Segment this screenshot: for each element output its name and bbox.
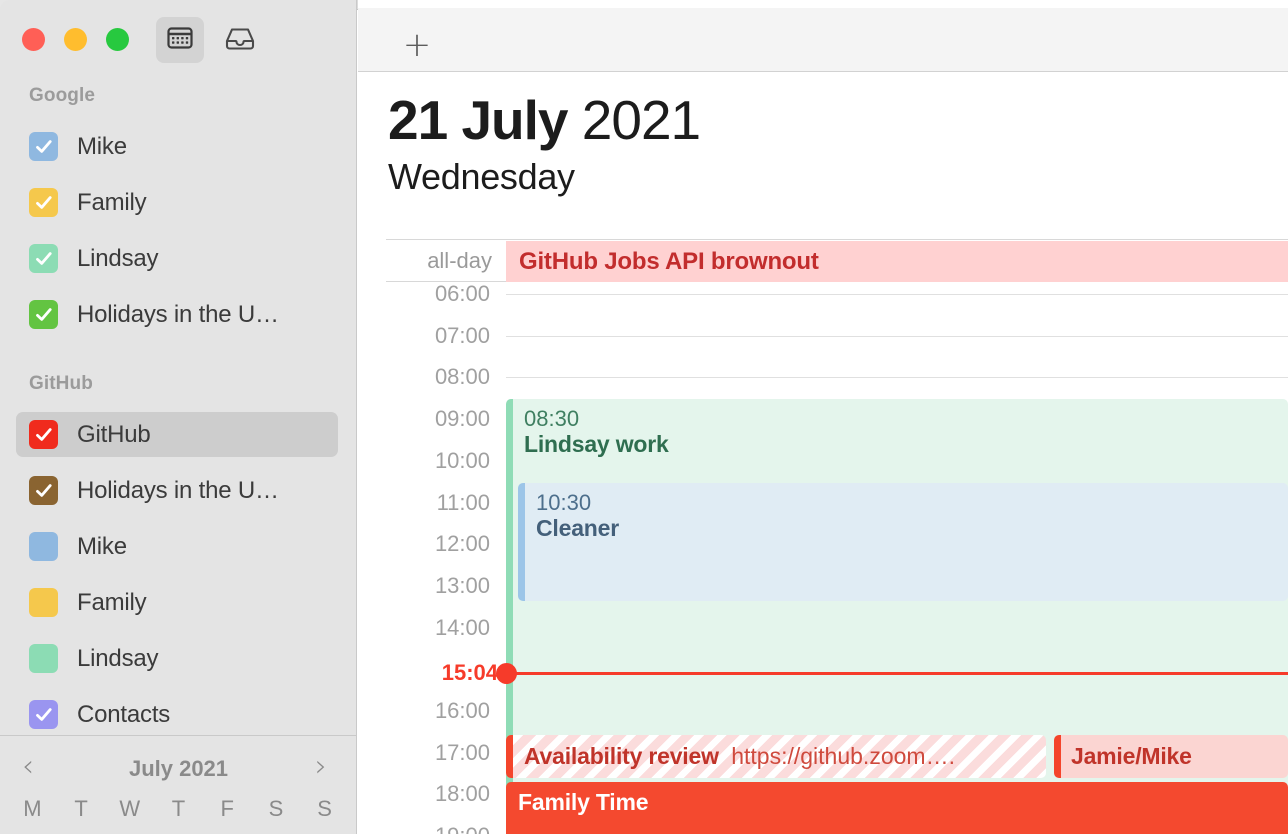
sidebar-section-google-label: Google xyxy=(29,85,96,106)
mini-calendar-weekday-1: T xyxy=(74,796,88,821)
event-time: 08:30 xyxy=(524,406,580,431)
event-title: Cleaner xyxy=(536,515,619,542)
calendar-icon xyxy=(166,24,194,57)
event-availability-review[interactable]: Availability review https://github.zoom…… xyxy=(506,735,1046,778)
event-title: Family Time xyxy=(518,789,649,815)
hour-label-1400: 14:00 xyxy=(434,614,490,640)
sidebar-titlebar xyxy=(0,0,356,10)
inbox-button[interactable] xyxy=(216,17,264,63)
event-family-time[interactable]: Family Time xyxy=(506,782,1288,834)
mini-calendar-header: July 2021 xyxy=(0,752,356,786)
mini-calendar-weekday-3: T xyxy=(171,796,186,821)
calendar-list-item-label: GitHub xyxy=(77,420,151,448)
checkbox-checked-icon[interactable] xyxy=(29,700,58,729)
checkbox-checked-icon[interactable] xyxy=(29,420,58,449)
main-pane: + 21 July 2021 Wednesday all-day GitHub … xyxy=(358,0,1288,834)
event-jamie-mike[interactable]: Jamie/Mike xyxy=(1054,735,1288,778)
calendar-list-item-holidays-in-the-u[interactable]: Holidays in the U… xyxy=(16,292,338,337)
current-time-label: 15:04 xyxy=(441,660,498,685)
all-day-row: all-day GitHub Jobs API brownout xyxy=(386,239,1288,282)
mini-calendar-weekday-2: W xyxy=(119,796,141,821)
page-title: 21 July 2021 Wednesday xyxy=(388,89,701,198)
event-time: 10:30 xyxy=(536,490,592,515)
checkbox-checked-icon[interactable] xyxy=(29,244,58,273)
calendar-app-window: GitHub — Mike — Meetings xyxy=(0,0,1288,834)
checkbox-unchecked-icon[interactable] xyxy=(29,532,58,561)
calendar-list-item-label: Family xyxy=(77,588,147,616)
hour-label-0700: 07:00 xyxy=(434,322,490,348)
calendar-list-item-mike[interactable]: Mike xyxy=(16,524,338,569)
calendar-list-item-holidays-in-the-u[interactable]: Holidays in the U… xyxy=(16,468,338,513)
calendar-list-item-lindsay[interactable]: Lindsay xyxy=(16,636,338,681)
date-year: 2021 xyxy=(581,89,701,151)
calendar-list-item-family[interactable]: Family xyxy=(16,180,338,225)
hour-label-1700: 17:00 xyxy=(434,739,490,765)
event-title: Lindsay work xyxy=(524,431,669,458)
hour-label-1200: 12:00 xyxy=(434,531,490,557)
calendar-list-item-label: Mike xyxy=(77,132,127,160)
hour-label-0900: 09:00 xyxy=(434,406,490,432)
mini-calendar-title: July 2021 xyxy=(128,756,229,781)
hour-label-1100: 11:00 xyxy=(436,489,490,515)
zoom-button[interactable] xyxy=(106,28,129,51)
date-day-month: 21 July xyxy=(388,89,569,151)
calendar-list-item-label: Holidays in the U… xyxy=(77,300,279,328)
hour-label-1800: 18:00 xyxy=(434,781,490,807)
inbox-icon xyxy=(224,24,256,57)
checkbox-checked-icon[interactable] xyxy=(29,132,58,161)
calendar-list-item-github[interactable]: GitHub xyxy=(16,412,338,457)
checkbox-unchecked-icon[interactable] xyxy=(29,644,58,673)
day-grid: 06:00 07:00 08:00 09:00 10:00 11:00 12:00 13:00… xyxy=(386,282,1288,834)
event-accent-bar xyxy=(506,735,513,778)
calendar-list-item-label: Family xyxy=(77,188,147,216)
mini-calendar-weekday-6: S xyxy=(317,796,332,821)
calendar-list-item-label: Holidays in the U… xyxy=(77,476,279,504)
all-day-label: all-day xyxy=(427,247,492,273)
calendar-list-item-family[interactable]: Family xyxy=(16,580,338,625)
hour-label-0600: 06:00 xyxy=(434,282,490,306)
event-cleaner[interactable]: 10:30 Cleaner xyxy=(518,483,1288,601)
hour-label-1300: 13:00 xyxy=(434,572,490,598)
checkbox-unchecked-icon[interactable] xyxy=(29,588,58,617)
minimize-button[interactable] xyxy=(64,28,87,51)
calendar-list-item-label: Lindsay xyxy=(77,244,159,272)
mini-calendar-weekday-row: MTWTFSS xyxy=(8,796,349,822)
event-title: Jamie/Mike xyxy=(1071,743,1192,770)
sidebar: Google GitHub Mike Family Lindsay Holidays … xyxy=(0,0,357,834)
add-event-button[interactable]: + xyxy=(400,28,434,62)
calendar-list-item-mike[interactable]: Mike xyxy=(16,124,338,169)
window-controls xyxy=(22,28,129,51)
calendar-view-button[interactable] xyxy=(156,17,204,63)
hour-label-1900: 19:00 xyxy=(386,823,504,834)
event-title: Availability review xyxy=(524,743,719,769)
calendar-list-item-contacts[interactable]: Contacts xyxy=(16,692,338,737)
sidebar-toolbar xyxy=(156,17,264,63)
date-weekday: Wednesday xyxy=(388,155,575,197)
checkbox-checked-icon[interactable] xyxy=(29,476,58,505)
all-day-event-title: GitHub Jobs API brownout xyxy=(519,247,819,275)
calendar-list-item-label: Contacts xyxy=(77,700,171,728)
sidebar-section-github-label: GitHub xyxy=(29,373,93,394)
mini-calendar-weekday-4: F xyxy=(220,796,234,821)
hour-label-0800: 08:00 xyxy=(434,364,490,390)
close-button[interactable] xyxy=(22,28,45,51)
calendar-list-item-label: Mike xyxy=(77,532,127,560)
event-url: https://github.zoom…. xyxy=(731,743,955,769)
checkbox-checked-icon[interactable] xyxy=(29,300,58,329)
mini-calendar: ‹ › July 2021 MTWTFSS xyxy=(0,735,356,834)
main-toolbar: + xyxy=(358,8,1288,72)
calendar-list-item-label: Lindsay xyxy=(77,644,159,672)
checkbox-checked-icon[interactable] xyxy=(29,188,58,217)
events-column: 08:30 Lindsay work 10:30 Cleaner Availab… xyxy=(506,282,1288,834)
all-day-event[interactable]: GitHub Jobs API brownout xyxy=(506,241,1288,282)
hour-label-1000: 10:00 xyxy=(434,447,490,473)
current-time-line xyxy=(506,672,1288,675)
hour-label-1600: 16:00 xyxy=(434,698,490,723)
mini-calendar-weekday-5: S xyxy=(268,796,284,821)
calendar-list-item-lindsay[interactable]: Lindsay xyxy=(16,236,338,281)
event-accent-bar xyxy=(518,483,525,601)
event-accent-bar xyxy=(1054,735,1061,778)
mini-calendar-weekday-0: M xyxy=(23,796,42,821)
